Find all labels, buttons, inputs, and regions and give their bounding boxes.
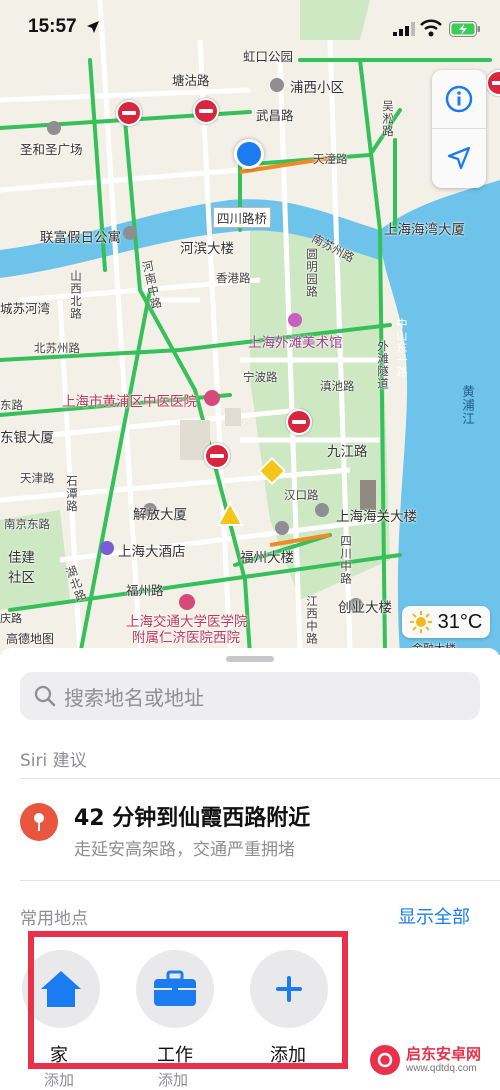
- map-label: 山西北路: [69, 270, 83, 320]
- map-label: 四川中路: [339, 535, 353, 585]
- map-attribution: 高德地图: [6, 632, 55, 646]
- map-label: 创业大楼: [338, 600, 392, 616]
- no-entry-icon: [286, 409, 312, 435]
- map-label: 北苏州路: [34, 341, 80, 355]
- map-label: 城苏河湾: [0, 301, 51, 316]
- map-label: 滇池路: [320, 379, 355, 393]
- current-location-dot: [234, 139, 264, 169]
- map-label: 中山东一路: [395, 318, 408, 378]
- map-label: 上海外滩美术馆: [248, 335, 343, 351]
- map-label: 圣和圣广场: [20, 142, 83, 157]
- map-label: 福州大楼: [240, 550, 294, 566]
- map-label: 石潭路: [65, 475, 79, 513]
- map-label: 联富假日公寓: [40, 230, 121, 246]
- sun-icon: [409, 611, 432, 633]
- divider: [20, 880, 500, 881]
- search-bar[interactable]: 搜索地名或地址: [20, 672, 480, 720]
- wifi-icon: [420, 19, 442, 37]
- map-label: 上海大酒店: [118, 544, 186, 560]
- map-label: 社区: [8, 570, 35, 586]
- map-label: 天潼路: [313, 152, 348, 166]
- watermark-title: 启东安卓网: [406, 1045, 482, 1064]
- map-label: 佳建: [8, 550, 35, 566]
- map-label: 外滩隧道: [376, 340, 390, 390]
- map-label: 南京东路: [4, 517, 50, 531]
- map-label: 解放大厦: [133, 507, 187, 523]
- map-label: 福州路: [126, 583, 164, 598]
- annotation-highlight-box: [28, 931, 348, 1069]
- map-label: 浦西小区: [290, 80, 344, 96]
- search-placeholder: 搜索地名或地址: [64, 685, 204, 710]
- weather-temp: 31°C: [437, 610, 483, 633]
- map-label: 上海海湾大厦: [384, 222, 465, 238]
- map-label: 塘沽路: [172, 73, 210, 88]
- no-entry-icon: [204, 443, 230, 469]
- map-label: 宁波路: [243, 370, 278, 384]
- map-label: 庆路: [0, 612, 22, 625]
- map-label: 河滨大楼: [180, 241, 234, 257]
- locate-me-button[interactable]: [432, 129, 486, 187]
- status-bar: 15:57: [0, 0, 500, 56]
- map-label: 附属仁济医院西院: [132, 630, 240, 646]
- info-icon: [445, 85, 473, 113]
- favorites-label: 常用地点: [20, 909, 88, 929]
- battery-charging-icon: [449, 21, 480, 37]
- map-label: 圆明园路: [305, 248, 319, 298]
- map-label: 汉口路: [284, 488, 319, 502]
- work-add-label: 添加: [158, 1071, 189, 1089]
- watermark-url: www.qdtdq.com: [406, 1062, 477, 1074]
- home-add-label: 添加: [44, 1071, 75, 1089]
- suggestion-subtitle: 走延安高架路，交通严重拥堵: [74, 840, 295, 860]
- map-label: 黄浦江: [460, 385, 475, 426]
- show-all-link[interactable]: 显示全部: [398, 903, 470, 929]
- cellular-signal-icon: [393, 22, 415, 36]
- site-watermark: 启东安卓网 www.qdtdq.com: [370, 1045, 481, 1075]
- status-time: 15:57: [28, 16, 77, 37]
- map-label: 武昌路: [256, 108, 294, 123]
- search-icon: [34, 685, 56, 707]
- sheet-grabber[interactable]: [226, 656, 274, 662]
- map-label: 上海市黄浦区中医医院: [62, 394, 197, 410]
- suggestion-title: 42 分钟到仙霞西路附近: [74, 806, 311, 831]
- map-view[interactable]: 虹口公园 塘沽路 浦西小区 武昌路 圣和圣广场 吴淞路 天潼路 四川路桥 上海海…: [0, 0, 500, 655]
- map-info-button[interactable]: [432, 70, 486, 129]
- map-label: 江西中路: [305, 595, 319, 645]
- divider: [20, 778, 500, 779]
- map-controls: [432, 70, 486, 188]
- pin-icon: [20, 803, 58, 841]
- weather-badge: 31°C: [402, 606, 490, 638]
- location-services-icon: [87, 21, 99, 33]
- map-label: 东路: [0, 398, 23, 412]
- map-label: 九江路: [327, 444, 368, 460]
- map-label: 四川路桥: [213, 207, 272, 228]
- map-label: 吴淞路: [381, 100, 395, 138]
- map-label: 香港路: [216, 271, 251, 285]
- location-arrow-icon: [447, 146, 471, 170]
- no-entry-icon: [193, 98, 219, 124]
- no-entry-icon: [116, 100, 142, 126]
- map-label: 天津路: [20, 471, 55, 485]
- watermark-logo-icon: [370, 1045, 400, 1075]
- siri-suggestions-label: Siri 建议: [20, 751, 87, 771]
- map-label: 上海海关大楼: [336, 509, 417, 525]
- map-label: 东银大厦: [0, 430, 54, 446]
